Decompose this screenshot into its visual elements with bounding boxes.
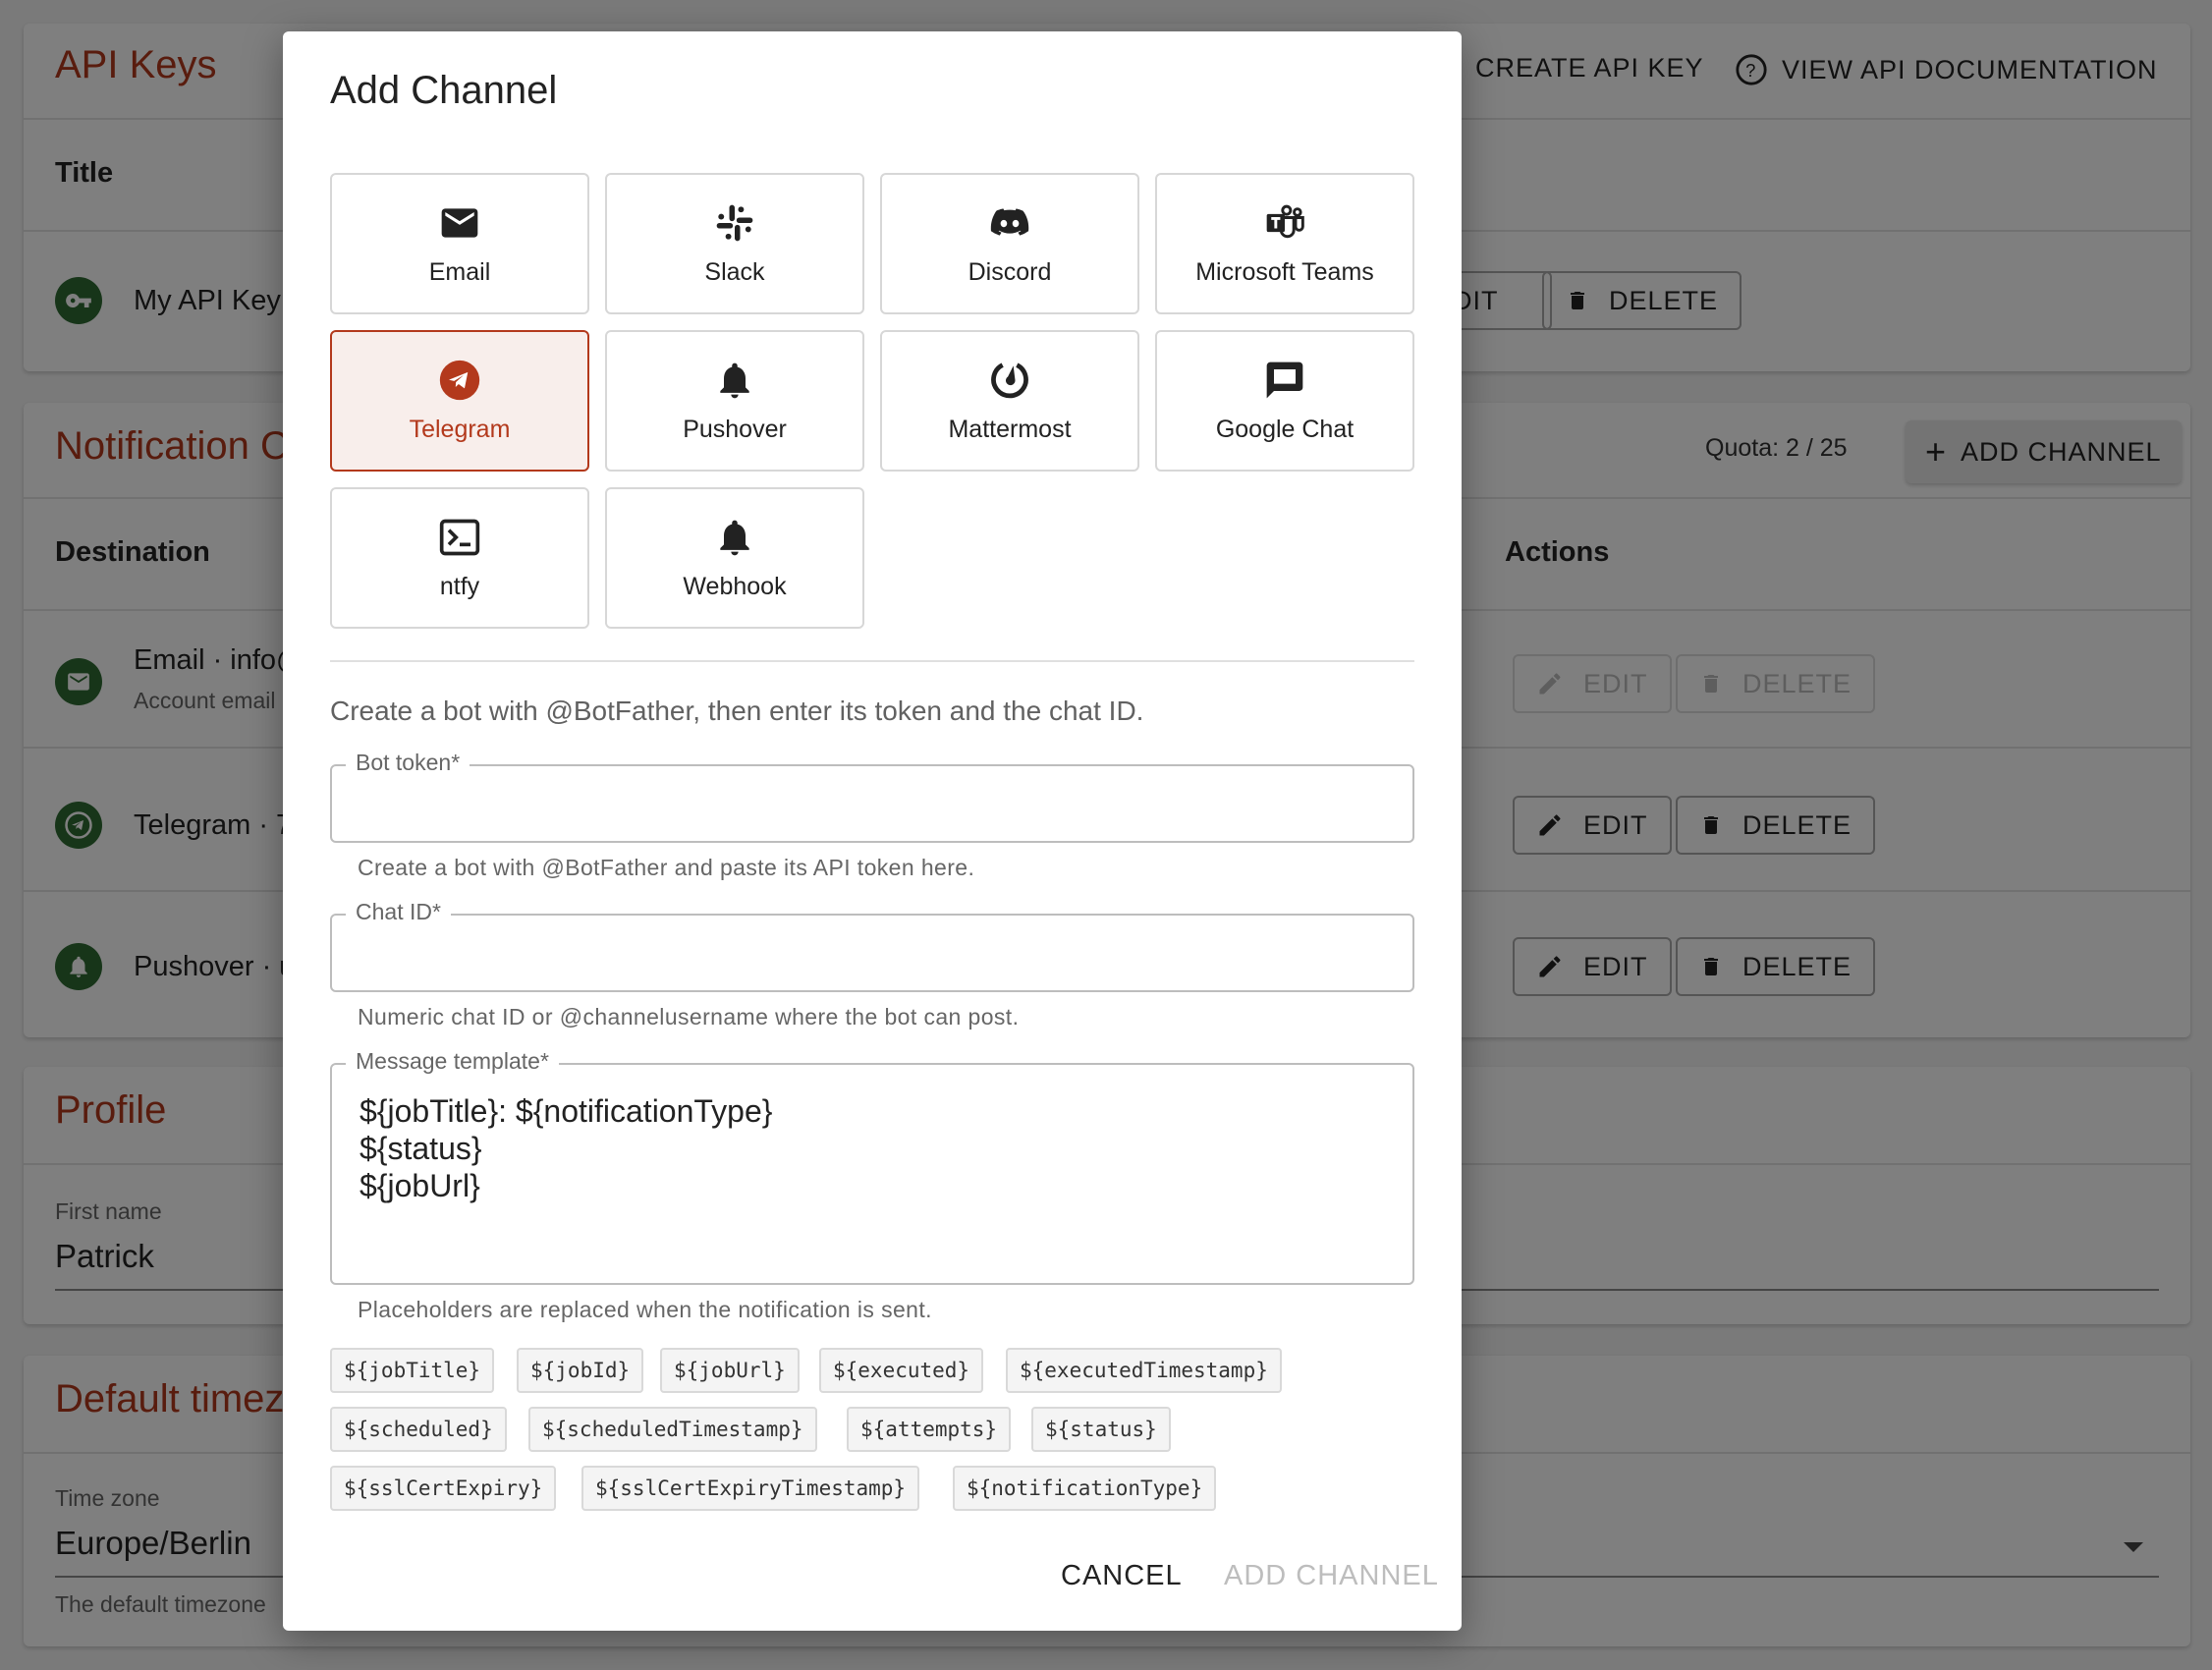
message-template-helper: Placeholders are replaced when the notif… — [358, 1297, 932, 1322]
channel-option-telegram[interactable]: Telegram — [330, 330, 589, 472]
bell-icon — [720, 362, 749, 398]
bot-token-input[interactable] — [332, 766, 1412, 841]
chat-id-input[interactable] — [332, 916, 1412, 990]
bot-token-label: Bot token* — [346, 750, 470, 776]
placeholder-chip[interactable]: ${attempts} — [847, 1407, 1012, 1452]
channel-option-google-chat[interactable]: Google Chat — [1155, 330, 1414, 472]
placeholder-chip[interactable]: ${executed} — [819, 1348, 984, 1393]
divider — [330, 660, 1414, 662]
message-template-field: Message template* ${jobTitle}: ${notific… — [330, 1048, 1414, 1285]
email-icon — [441, 207, 478, 238]
placeholder-chip[interactable]: ${sslCertExpiry} — [330, 1466, 557, 1511]
telegram-intro-text: Create a bot with @BotFather, then enter… — [330, 696, 1144, 726]
slack-icon — [716, 204, 753, 241]
mattermost-icon — [991, 362, 1028, 398]
channel-option-microsoft-teams[interactable]: Microsoft Teams — [1155, 173, 1414, 314]
teams-icon — [1266, 204, 1304, 238]
telegram-icon — [439, 360, 480, 400]
cancel-button[interactable]: CANCEL — [1061, 1560, 1183, 1592]
channel-option-discord[interactable]: Discord — [880, 173, 1139, 314]
bot-token-field: Bot token* — [330, 750, 1414, 843]
placeholder-chip[interactable]: ${status} — [1031, 1407, 1171, 1452]
placeholder-chip[interactable]: ${jobTitle} — [330, 1348, 495, 1393]
channel-option-mattermost[interactable]: Mattermost — [880, 330, 1139, 472]
placeholder-chip[interactable]: ${jobUrl} — [660, 1348, 800, 1393]
channel-option-ntfy[interactable]: ntfy — [330, 487, 589, 629]
bell-icon — [720, 520, 749, 555]
chat-id-field: Chat ID* — [330, 899, 1414, 992]
placeholder-chip[interactable]: ${notificationType} — [953, 1466, 1217, 1511]
channel-option-pushover[interactable]: Pushover — [605, 330, 864, 472]
channel-option-webhook[interactable]: Webhook — [605, 487, 864, 629]
placeholder-chip[interactable]: ${jobId} — [517, 1348, 644, 1393]
chat-id-label: Chat ID* — [346, 899, 451, 925]
placeholder-chip[interactable]: ${scheduled} — [330, 1407, 507, 1452]
dialog-title: Add Channel — [330, 69, 558, 112]
terminal-icon — [439, 519, 480, 555]
add-channel-submit-button[interactable]: ADD CHANNEL — [1224, 1560, 1439, 1592]
bot-token-helper: Create a bot with @BotFather and paste i… — [358, 855, 975, 880]
message-template-label: Message template* — [346, 1048, 559, 1075]
chat-id-helper: Numeric chat ID or @channelusername wher… — [358, 1004, 1020, 1030]
placeholder-chip[interactable]: ${scheduledTimestamp} — [528, 1407, 817, 1452]
add-channel-dialog: Add Channel Email Slack Discord Microsof… — [283, 31, 1462, 1631]
channel-option-slack[interactable]: Slack — [605, 173, 864, 314]
message-template-input[interactable]: ${jobTitle}: ${notificationType} ${statu… — [332, 1065, 1412, 1283]
discord-icon — [990, 207, 1029, 236]
chat-icon — [1266, 362, 1303, 398]
placeholder-chip[interactable]: ${sslCertExpiryTimestamp} — [581, 1466, 920, 1511]
channel-option-email[interactable]: Email — [330, 173, 589, 314]
placeholder-chip[interactable]: ${executedTimestamp} — [1006, 1348, 1282, 1393]
